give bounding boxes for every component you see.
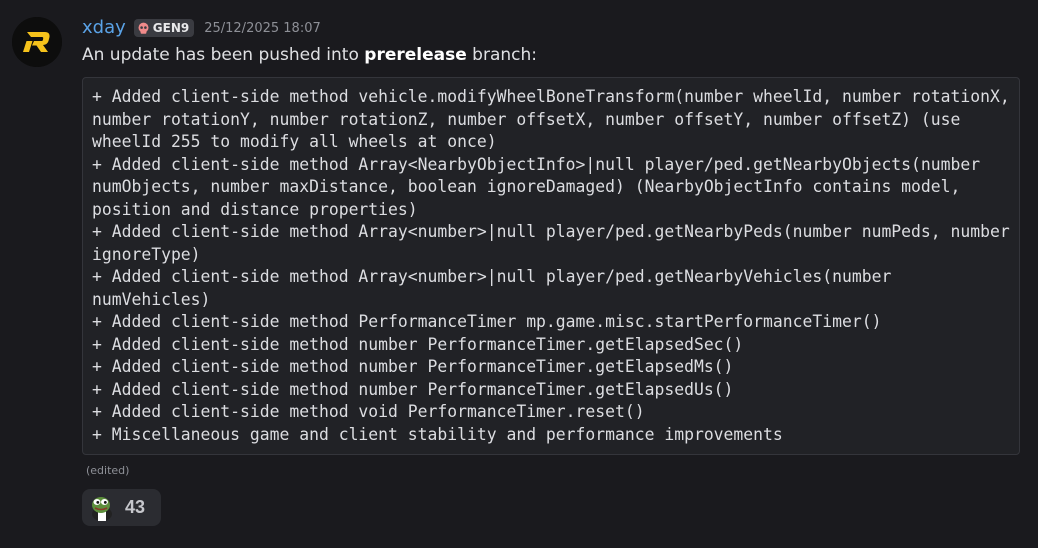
r-logo-icon	[12, 17, 62, 67]
code-line: + Added client-side method vehicle.modif…	[92, 87, 1020, 151]
code-line: + Added client-side method Array<number>…	[92, 267, 902, 309]
code-line: + Added client-side method Array<NearbyO…	[92, 154, 990, 219]
code-line: + Miscellaneous game and client stabilit…	[92, 424, 783, 444]
code-line: + Added client-side method number Perfor…	[92, 357, 734, 376]
intro-prefix: An update has been pushed into	[82, 45, 365, 65]
reaction-count: 43	[125, 497, 146, 517]
username[interactable]: xday	[82, 17, 126, 39]
message-text: An update has been pushed into prereleas…	[82, 44, 537, 66]
branch-name: prerelease	[364, 45, 467, 65]
intro-suffix: branch:	[466, 45, 537, 65]
skull-icon	[138, 22, 149, 34]
code-line: + Added client-side method void Performa…	[92, 402, 645, 421]
pepe-frog-emoji-icon	[92, 496, 112, 521]
message-timestamp: 25/12/2025 18:07	[204, 20, 321, 36]
role-badge[interactable]: GEN9	[133, 19, 195, 37]
code-line: + Added client-side method number Perfor…	[92, 334, 744, 354]
role-badge-label: GEN9	[152, 21, 190, 35]
code-line: + Added client-side method Array<number>…	[92, 222, 1020, 264]
code-line: + Added client-side method number Perfor…	[92, 379, 734, 399]
code-line: + Added client-side method PerformanceTi…	[92, 312, 882, 331]
code-block: + Added client-side method vehicle.modif…	[82, 77, 1020, 455]
edited-label[interactable]: (edited)	[86, 464, 129, 477]
chat-message: xday GEN9 25/12/2025 18:07 An update has…	[0, 0, 1038, 548]
reaction-button[interactable]: 43	[82, 489, 161, 526]
message-header: xday GEN9 25/12/2025 18:07	[82, 16, 321, 40]
user-avatar[interactable]	[12, 17, 62, 67]
